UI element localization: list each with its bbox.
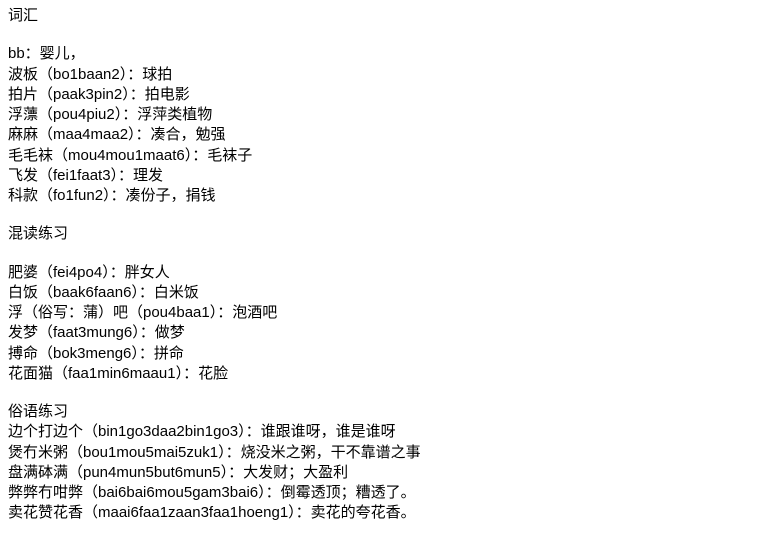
document-page: 词汇 bb：婴儿， 波板（bo1baan2）：球拍 拍片（paak3pin2）：… <box>0 0 762 532</box>
vocab-line: 麻麻（maa4maa2）：凑合，勉强 <box>8 125 754 145</box>
mixed-line: 浮（俗写：蒲）吧（pou4baa1）：泡酒吧 <box>8 303 754 323</box>
spacer <box>8 26 754 44</box>
vocab-line: 波板（bo1baan2）：球拍 <box>8 65 754 85</box>
section-title-idioms: 俗语练习 <box>8 402 754 422</box>
idiom-line: 弊弊冇咁弊（bai6bai6mou5gam3bai6）：倒霉透顶；糟透了。 <box>8 483 754 503</box>
vocab-line: 浮薸（pou4piu2）：浮萍类植物 <box>8 105 754 125</box>
idiom-line: 卖花赞花香（maai6faa1zaan3faa1hoeng1）：卖花的夸花香。 <box>8 503 754 523</box>
vocab-line: 拍片（paak3pin2）：拍电影 <box>8 85 754 105</box>
spacer <box>8 384 754 402</box>
idiom-line: 边个打边个（bin1go3daa2bin1go3）：谁跟谁呀，谁是谁呀 <box>8 422 754 442</box>
mixed-line: 花面猫（faa1min6maau1）：花脸 <box>8 364 754 384</box>
spacer <box>8 206 754 224</box>
mixed-line: 白饭（baak6faan6）：白米饭 <box>8 283 754 303</box>
vocab-line: 毛毛袜（mou4mou1maat6）：毛袜子 <box>8 146 754 166</box>
vocab-line: 科款（fo1fun2）：凑份子，捐钱 <box>8 186 754 206</box>
idiom-line: 煲冇米粥（bou1mou5mai5zuk1）：烧没米之粥，干不靠谱之事 <box>8 443 754 463</box>
vocab-line: bb：婴儿， <box>8 44 754 64</box>
idiom-line: 盘满砵满（pun4mun5but6mun5）：大发财；大盈利 <box>8 463 754 483</box>
mixed-line: 发梦（faat3mung6）：做梦 <box>8 323 754 343</box>
vocab-line: 飞发（fei1faat3）：理发 <box>8 166 754 186</box>
section-title-mixed: 混读练习 <box>8 224 754 244</box>
spacer <box>8 245 754 263</box>
section-title-vocab: 词汇 <box>8 6 754 26</box>
mixed-line: 搏命（bok3meng6）：拼命 <box>8 344 754 364</box>
mixed-line: 肥婆（fei4po4）：胖女人 <box>8 263 754 283</box>
